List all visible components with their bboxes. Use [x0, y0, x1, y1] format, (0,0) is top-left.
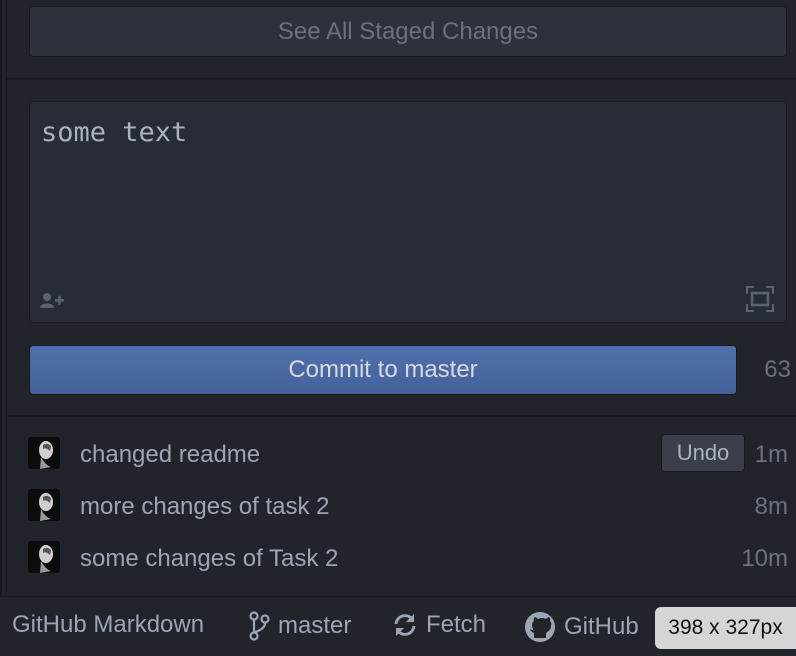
branch-name: master — [278, 612, 352, 639]
author-avatar — [28, 489, 60, 521]
see-all-staged-changes-button[interactable]: See All Staged Changes — [29, 6, 787, 57]
github-tab-button[interactable]: GitHub — [524, 611, 639, 643]
grammar-selector[interactable]: GitHub Markdown — [12, 611, 204, 639]
fetch-button[interactable]: Fetch — [392, 611, 486, 639]
fetch-label: Fetch — [426, 611, 487, 638]
commit-time: 1m — [754, 441, 788, 468]
commit-message: more changes of task 2 — [80, 493, 330, 520]
commit-button[interactable]: Commit to master — [29, 345, 737, 395]
remaining-characters-count: 63 — [764, 356, 791, 383]
github-octocat-icon — [525, 612, 555, 642]
commit-message-text[interactable]: some text — [41, 117, 187, 148]
commit-button-label: Commit to master — [288, 356, 478, 383]
commit-message-editor[interactable]: some text — [29, 101, 787, 323]
commit-message: some changes of Task 2 — [80, 545, 339, 572]
git-branch-icon — [249, 611, 270, 641]
section-divider — [7, 78, 796, 80]
dimensions-badge: 398 x 327px — [655, 607, 796, 649]
status-bar: GitHub Markdown master Fetch GitHub 398 … — [0, 596, 796, 656]
undo-button[interactable]: Undo — [661, 434, 745, 472]
commit-time: 10m — [741, 545, 788, 572]
author-avatar — [28, 541, 60, 573]
commit-message: changed readme — [80, 441, 261, 468]
sync-icon — [394, 614, 416, 636]
recent-commit-row[interactable]: more changes of task 2 8m — [2, 481, 796, 533]
github-label: GitHub — [564, 613, 639, 640]
section-divider — [7, 415, 796, 417]
recent-commit-row[interactable]: some changes of Task 2 10m — [2, 533, 796, 585]
grammar-label: GitHub Markdown — [12, 611, 205, 638]
expand-icon[interactable] — [746, 286, 774, 312]
see-all-staged-changes-label: See All Staged Changes — [277, 17, 539, 45]
undo-button-label: Undo — [676, 440, 730, 465]
branch-selector[interactable]: master — [248, 611, 351, 641]
person-add-icon[interactable] — [40, 292, 66, 308]
author-avatar — [28, 437, 60, 469]
commit-time: 8m — [754, 493, 788, 520]
recent-commit-row[interactable]: changed readme Undo 1m — [2, 429, 796, 481]
git-panel: See All Staged Changes some text Commit … — [0, 0, 796, 596]
